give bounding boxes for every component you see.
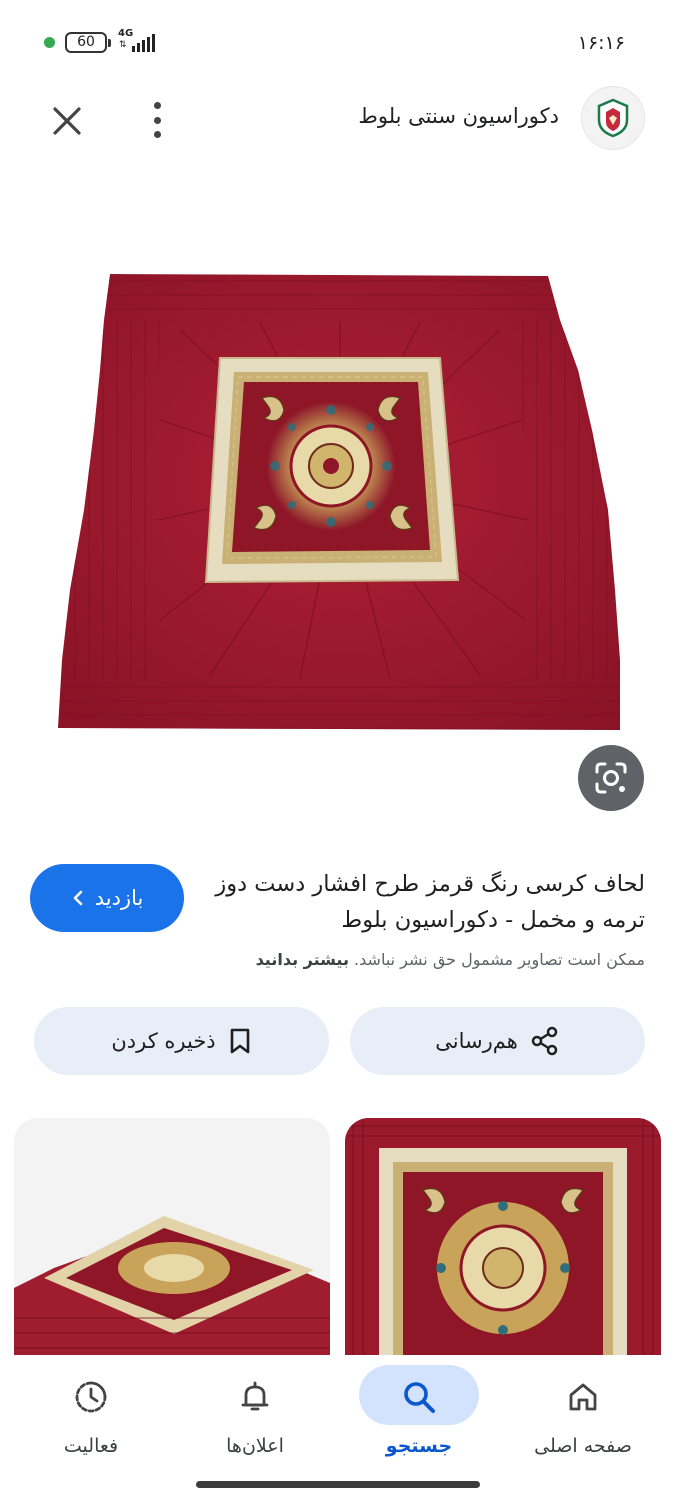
network-indicator: 4G ⇅ (118, 28, 164, 54)
home-icon (553, 1367, 613, 1427)
status-bar: 60 4G ⇅ ۱۶:۱۶ (0, 0, 675, 80)
activity-icon (61, 1367, 121, 1427)
chevron-left-icon (73, 890, 83, 906)
page: 60 4G ⇅ ۱۶:۱۶ دکوراسیون سنتی بلوط لحاف ک… (0, 0, 675, 1500)
battery-indicator: 60 (65, 32, 111, 53)
share-button[interactable]: هم‌رسانی (350, 1007, 645, 1075)
share-icon (531, 1026, 558, 1056)
data-arrows-icon: ⇅ (119, 40, 127, 50)
visit-label: بازدید (94, 886, 144, 910)
network-type-label: 4G (118, 28, 134, 39)
nav-search-label: جستجو (385, 1435, 453, 1457)
share-label: هم‌رسانی (435, 1029, 518, 1053)
copyright-disclaimer: ممکن است تصاویر مشمول حق نشر نباشد. بیشت… (175, 950, 645, 969)
close-icon (53, 107, 81, 135)
related-image-1-graphic (345, 1118, 661, 1358)
close-button[interactable] (46, 100, 88, 142)
home-gesture-bar[interactable] (196, 1481, 480, 1488)
nav-notifications[interactable]: اعلان‌ها (171, 1355, 339, 1475)
top-bar: دکوراسیون سنتی بلوط (0, 80, 675, 160)
nav-home[interactable]: صفحه اصلی (499, 1355, 667, 1475)
result-title[interactable]: لحاف کرسی رنگ قرمز طرح افشار دست دوز ترم… (205, 866, 645, 938)
site-name[interactable]: دکوراسیون سنتی بلوط (358, 104, 559, 128)
site-logo-icon (597, 98, 629, 138)
lens-button[interactable] (578, 745, 644, 811)
product-image[interactable] (40, 260, 640, 750)
nav-activity-label: فعالیت (63, 1435, 119, 1457)
related-image-2-graphic (14, 1118, 330, 1358)
signal-bars-icon (132, 34, 155, 52)
site-logo[interactable] (581, 86, 645, 150)
save-button[interactable]: ذخیره کردن (34, 1007, 329, 1075)
nav-home-label: صفحه اصلی (534, 1435, 632, 1457)
save-label: ذخیره کردن (111, 1029, 216, 1053)
bell-icon (225, 1367, 285, 1427)
learn-more-link[interactable]: بیشتر بدانید (256, 950, 349, 969)
lens-icon (595, 762, 627, 794)
nav-activity[interactable]: فعالیت (7, 1355, 175, 1475)
clock: ۱۶:۱۶ (577, 32, 625, 54)
nav-search[interactable]: جستجو (335, 1355, 503, 1475)
visit-button[interactable]: بازدید (30, 864, 184, 932)
bookmark-icon (230, 1028, 249, 1054)
related-image-2[interactable] (14, 1118, 330, 1358)
more-vert-icon (153, 102, 161, 109)
bottom-navigation: صفحه اصلی جستجو اعلان‌ها (0, 1355, 675, 1500)
related-image-1[interactable] (345, 1118, 661, 1358)
nav-notifications-label: اعلان‌ها (226, 1435, 284, 1457)
more-options-button[interactable] (140, 98, 174, 142)
disclaimer-text: ممکن است تصاویر مشمول حق نشر نباشد. (354, 950, 645, 969)
search-icon (389, 1367, 449, 1427)
privacy-indicator-dot (44, 37, 55, 48)
